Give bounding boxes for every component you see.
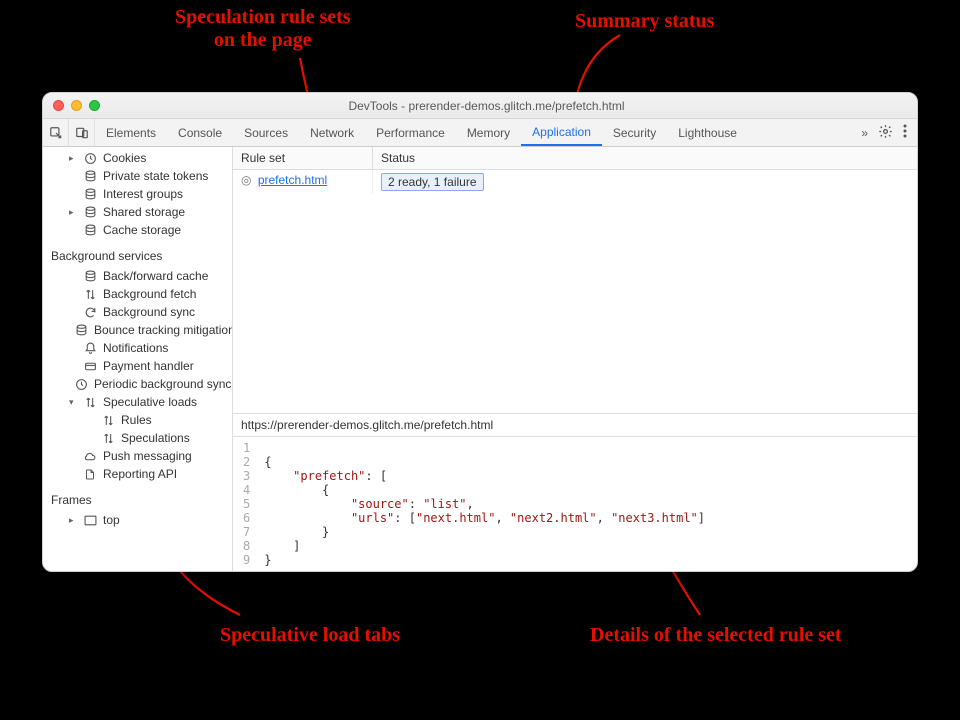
- sidebar-item-background-fetch[interactable]: Background fetch: [43, 285, 232, 303]
- sidebar-group-frames: Frames: [43, 483, 232, 511]
- sidebar-item-push-messaging[interactable]: Push messaging: [43, 447, 232, 465]
- updown-icon: [83, 287, 97, 301]
- tab-memory[interactable]: Memory: [456, 119, 521, 146]
- sidebar-item-background-sync[interactable]: Background sync: [43, 303, 232, 321]
- sidebar-item-label: Cache storage: [103, 223, 181, 237]
- sidebar-item-label: Push messaging: [103, 449, 192, 463]
- zoom-icon[interactable]: [89, 100, 100, 111]
- devtools-window: DevTools - prerender-demos.glitch.me/pre…: [42, 92, 918, 572]
- sidebar-item-rules[interactable]: Rules: [43, 411, 232, 429]
- tab-network[interactable]: Network: [299, 119, 365, 146]
- sidebar-item-label: Speculations: [121, 431, 190, 445]
- annotation-summary-status: Summary status: [575, 10, 714, 33]
- db-icon: [83, 205, 97, 219]
- annotation-rule-sets: Speculation rule sets on the page: [175, 6, 351, 52]
- table-row[interactable]: ◎ prefetch.html 2 ready, 1 failure: [233, 170, 917, 194]
- sidebar-item-label: top: [103, 513, 120, 527]
- ruleset-table: Rule set Status ◎ prefetch.html 2 ready,…: [233, 147, 917, 414]
- sidebar: ▸ Cookies Private state tokens Interest gro…: [43, 147, 233, 571]
- more-tabs-icon[interactable]: »: [861, 126, 868, 140]
- tab-elements[interactable]: Elements: [95, 119, 167, 146]
- sidebar-item-label: Speculative loads: [103, 395, 197, 409]
- clock-icon: [75, 377, 88, 391]
- ruleset-link[interactable]: prefetch.html: [258, 173, 327, 187]
- chevron-right-icon: ▸: [69, 515, 77, 526]
- db-icon: [83, 223, 97, 237]
- sidebar-item-notifications[interactable]: Notifications: [43, 339, 232, 357]
- sidebar-item-cache-storage[interactable]: Cache storage: [43, 221, 232, 239]
- sidebar-item-periodic-background-sync[interactable]: Periodic background sync: [43, 375, 232, 393]
- sidebar-item-label: Periodic background sync: [94, 377, 231, 391]
- sidebar-item-private-state-tokens[interactable]: Private state tokens: [43, 167, 232, 185]
- db-icon: [83, 269, 97, 283]
- settings-icon[interactable]: [878, 124, 893, 142]
- tab-sources[interactable]: Sources: [233, 119, 299, 146]
- bell-icon: [83, 341, 97, 355]
- updown-icon: [101, 413, 115, 427]
- frame-icon: [83, 513, 97, 527]
- chevron-down-icon: ▾: [69, 397, 77, 408]
- db-icon: [83, 187, 97, 201]
- tab-lighthouse[interactable]: Lighthouse: [667, 119, 748, 146]
- inspect-icon[interactable]: [43, 119, 69, 146]
- chevron-right-icon: ▸: [69, 153, 77, 164]
- tab-performance[interactable]: Performance: [365, 119, 456, 146]
- panel-tabs: ElementsConsoleSourcesNetworkPerformance…: [95, 119, 748, 146]
- sidebar-group-background-services: Background services: [43, 239, 232, 267]
- updown-icon: [83, 395, 97, 409]
- sidebar-item-label: Notifications: [103, 341, 168, 355]
- db-icon: [83, 169, 97, 183]
- ruleset-source-icon: ◎: [241, 173, 251, 187]
- sidebar-item-speculative-loads[interactable]: ▾ Speculative loads: [43, 393, 232, 411]
- sidebar-item-label: Background sync: [103, 305, 195, 319]
- column-status-header[interactable]: Status: [373, 147, 917, 169]
- tab-console[interactable]: Console: [167, 119, 233, 146]
- sidebar-item-label: Rules: [121, 413, 152, 427]
- chevron-right-icon: ▸: [69, 207, 77, 218]
- card-icon: [83, 359, 97, 373]
- device-toggle-icon[interactable]: [69, 119, 95, 146]
- titlebar: DevTools - prerender-demos.glitch.me/pre…: [43, 93, 917, 119]
- sidebar-item-label: Payment handler: [103, 359, 194, 373]
- close-icon[interactable]: [53, 100, 64, 111]
- sidebar-item-label: Background fetch: [103, 287, 196, 301]
- updown-icon: [101, 431, 115, 445]
- column-ruleset-header[interactable]: Rule set: [233, 147, 373, 169]
- sidebar-item-cookies[interactable]: ▸ Cookies: [43, 149, 232, 167]
- traffic-lights: [53, 100, 100, 111]
- sidebar-item-interest-groups[interactable]: Interest groups: [43, 185, 232, 203]
- sidebar-item-label: Cookies: [103, 151, 146, 165]
- kebab-icon[interactable]: [903, 124, 907, 141]
- main-panel: Rule set Status ◎ prefetch.html 2 ready,…: [233, 147, 917, 571]
- annotation-details: Details of the selected rule set: [590, 624, 842, 647]
- sidebar-item-label: Private state tokens: [103, 169, 208, 183]
- ruleset-url: https://prerender-demos.glitch.me/prefet…: [233, 414, 917, 437]
- sidebar-item-payment-handler[interactable]: Payment handler: [43, 357, 232, 375]
- sidebar-item-bounce-tracking-mitigations[interactable]: Bounce tracking mitigations: [43, 321, 232, 339]
- sidebar-item-back-forward-cache[interactable]: Back/forward cache: [43, 267, 232, 285]
- sidebar-item-label: Reporting API: [103, 467, 177, 481]
- minimize-icon[interactable]: [71, 100, 82, 111]
- sidebar-item-shared-storage[interactable]: ▸ Shared storage: [43, 203, 232, 221]
- clock-icon: [83, 151, 97, 165]
- sidebar-item-top[interactable]: ▸ top: [43, 511, 232, 529]
- tab-security[interactable]: Security: [602, 119, 667, 146]
- code-viewer: 1 2 3 4 5 6 7 8 9 { "prefetch": [ { "sou…: [233, 437, 917, 571]
- sidebar-item-label: Back/forward cache: [103, 269, 208, 283]
- doc-icon: [83, 467, 97, 481]
- sidebar-item-label: Bounce tracking mitigations: [94, 323, 233, 337]
- db-icon: [75, 323, 88, 337]
- tab-application[interactable]: Application: [521, 119, 602, 146]
- status-badge[interactable]: 2 ready, 1 failure: [381, 173, 484, 191]
- annotation-load-tabs: Speculative load tabs: [220, 624, 400, 647]
- sidebar-item-speculations[interactable]: Speculations: [43, 429, 232, 447]
- sync-icon: [83, 305, 97, 319]
- window-title: DevTools - prerender-demos.glitch.me/pre…: [116, 99, 907, 113]
- sidebar-item-reporting-api[interactable]: Reporting API: [43, 465, 232, 483]
- sidebar-item-label: Shared storage: [103, 205, 185, 219]
- sidebar-item-label: Interest groups: [103, 187, 183, 201]
- tabbar: ElementsConsoleSourcesNetworkPerformance…: [43, 119, 917, 147]
- cloud-icon: [83, 449, 97, 463]
